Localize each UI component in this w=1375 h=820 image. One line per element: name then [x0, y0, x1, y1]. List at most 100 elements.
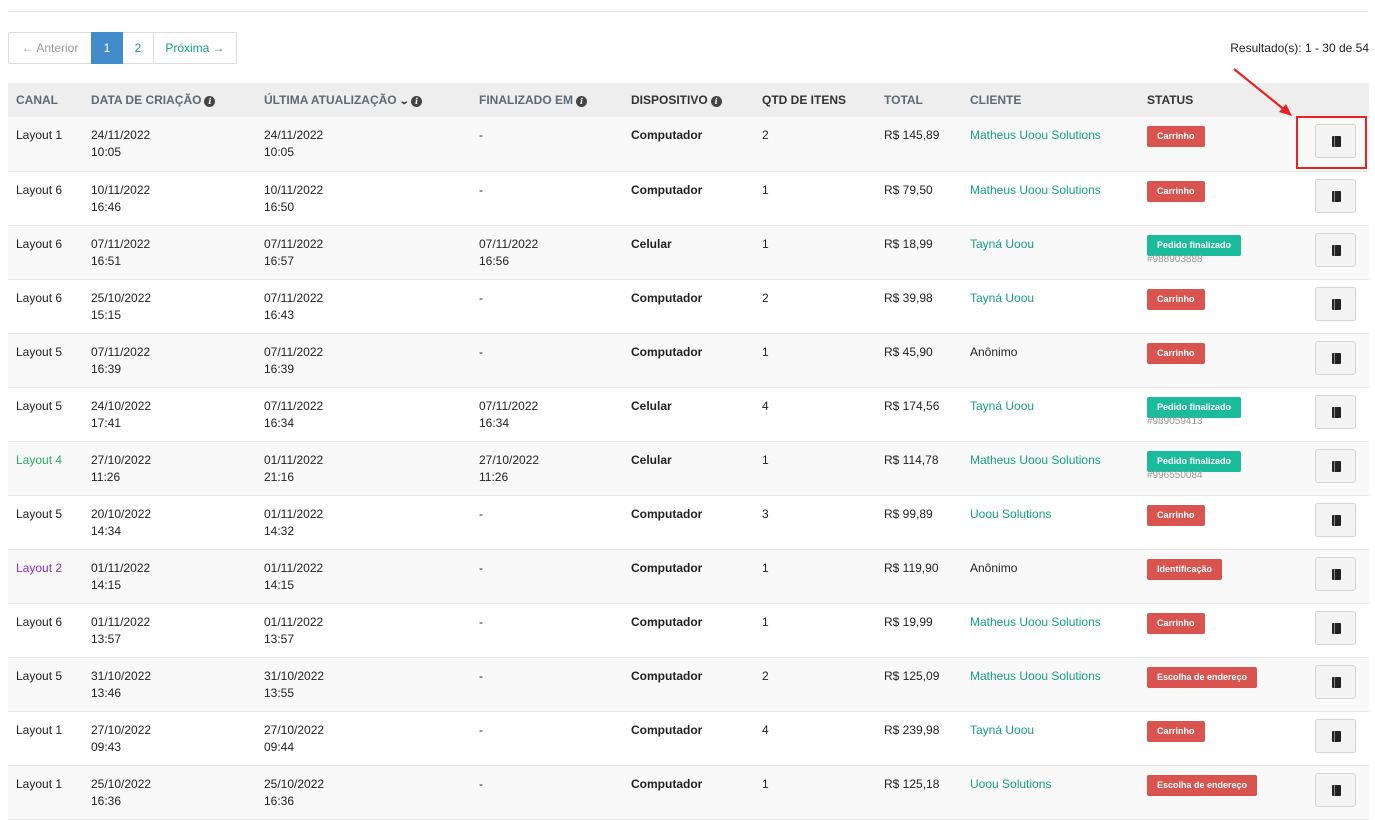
header-created[interactable]: DATA DE CRIAÇÃO i [83, 83, 256, 117]
client-link[interactable]: Tayná Uoou [970, 723, 1034, 737]
qty-text: 1 [762, 560, 769, 575]
cell-client: Anônimo [962, 333, 1139, 387]
view-details-button[interactable] [1315, 664, 1356, 699]
book-icon [1332, 676, 1341, 688]
book-icon [1332, 244, 1341, 256]
client-link[interactable]: Matheus Uoou Solutions [970, 669, 1101, 683]
cell-device: Computador [623, 765, 754, 819]
header-created-label: DATA DE CRIAÇÃO [91, 93, 202, 107]
finished-date: - [479, 668, 483, 683]
client-link[interactable]: Tayná Uoou [970, 399, 1034, 413]
status-badge: Escolha de endereço [1147, 774, 1258, 796]
cell-canal: Layout 4 [8, 441, 83, 495]
header-finished-label: FINALIZADO EM [479, 93, 573, 107]
status-badge: Pedido finalizado [1147, 234, 1242, 256]
cell-canal: Layout 5 [8, 495, 83, 549]
client-link[interactable]: Tayná Uoou [970, 291, 1034, 305]
header-qty[interactable]: QTD DE ITENS [754, 83, 876, 117]
view-details-button[interactable] [1315, 124, 1356, 158]
pagination-page-2[interactable]: 2 [122, 32, 154, 64]
updated-time: 09:44 [264, 739, 295, 754]
updated-date: 01/11/2022 [264, 452, 324, 467]
info-icon[interactable]: i [710, 96, 722, 107]
view-details-button[interactable] [1315, 286, 1356, 321]
cell-total: R$ 45,90 [876, 333, 962, 387]
cell-device: Computador [623, 333, 754, 387]
header-canal[interactable]: CANAL [8, 83, 83, 117]
cell-status: Identificação [1139, 549, 1289, 603]
info-icon[interactable]: i [411, 96, 423, 107]
cell-total: R$ 39,98 [876, 279, 962, 333]
updated-date: 31/10/2022 [264, 668, 325, 683]
finished-time: 11:26 [479, 469, 509, 484]
client-link[interactable]: Matheus Uoou Solutions [970, 453, 1101, 467]
header-finished[interactable]: FINALIZADO EM i [471, 83, 623, 117]
view-details-button[interactable] [1315, 394, 1356, 429]
header-device[interactable]: DISPOSITIVO i [623, 83, 754, 117]
cell-status: Pedido finalizado #988903888 [1139, 225, 1289, 279]
updated-time: 16:50 [264, 199, 295, 214]
book-icon [1332, 514, 1341, 526]
cell-created: 01/11/2022 14:15 [83, 549, 256, 603]
cell-status: Escolha de endereço [1139, 657, 1289, 711]
pagination-prev-button[interactable]: ← Anterior [8, 32, 92, 64]
client-link[interactable]: Uoou Solutions [970, 507, 1051, 521]
cell-status: Carrinho [1139, 333, 1289, 387]
updated-date: 01/11/2022 [264, 614, 324, 629]
book-icon [1332, 406, 1341, 418]
table-row: Layout 2 01/11/2022 14:15 01/11/2022 14:15 - C… [8, 549, 1369, 603]
updated-time: 13:57 [264, 631, 295, 646]
client-link[interactable]: Uoou Solutions [970, 777, 1051, 791]
created-time: 10:05 [91, 145, 122, 159]
table-row: Layout 6 25/10/2022 15:15 07/11/2022 16:43 - C… [8, 279, 1369, 333]
client-link[interactable]: Matheus Uoou Solutions [970, 615, 1101, 629]
device-text: Computador [631, 722, 703, 737]
view-details-button[interactable] [1315, 556, 1356, 591]
created-time: 14:15 [91, 577, 122, 592]
cell-finished: 07/11/2022 16:34 [471, 387, 623, 441]
cell-created: 31/10/2022 13:46 [83, 657, 256, 711]
info-icon[interactable]: i [204, 96, 216, 107]
finished-date: - [479, 128, 483, 142]
cell-status: Carrinho [1139, 495, 1289, 549]
view-details-button[interactable] [1315, 502, 1356, 537]
cell-client: Matheus Uoou Solutions [962, 441, 1139, 495]
header-qty-label: QTD DE ITENS [762, 93, 847, 107]
cell-created: 24/11/2022 10:05 [83, 117, 256, 171]
cell-total: R$ 239,98 [876, 711, 962, 765]
view-details-button[interactable] [1315, 178, 1356, 213]
cell-actions [1289, 495, 1369, 549]
cell-canal: Layout 5 [8, 387, 83, 441]
created-time: 13:57 [91, 631, 122, 646]
device-text: Celular [631, 236, 672, 251]
info-icon[interactable]: i [576, 96, 587, 107]
updated-date: 07/11/2022 [264, 236, 324, 251]
view-details-button[interactable] [1315, 232, 1356, 267]
view-details-button[interactable] [1315, 772, 1356, 807]
cell-updated: 07/11/2022 16:34 [256, 387, 471, 441]
client-link[interactable]: Tayná Uoou [970, 237, 1034, 251]
cell-canal: Layout 1 [8, 711, 83, 765]
view-details-button[interactable] [1315, 718, 1356, 753]
canal-text: Layout 1 [16, 776, 63, 791]
view-details-button[interactable] [1315, 448, 1356, 483]
created-date: 07/11/2022 [91, 236, 151, 251]
cell-created: 10/11/2022 16:46 [83, 171, 256, 225]
header-total[interactable]: TOTAL [876, 83, 962, 117]
view-details-button[interactable] [1315, 340, 1356, 375]
table-row: Layout 5 31/10/2022 13:46 31/10/2022 13:55 - C… [8, 657, 1369, 711]
client-link[interactable]: Matheus Uoou Solutions [970, 183, 1101, 197]
cell-qty: 1 [754, 225, 876, 279]
pagination-page-1[interactable]: 1 [91, 32, 123, 64]
view-details-button[interactable] [1315, 610, 1356, 645]
finished-date: - [479, 560, 483, 575]
cell-client: Uoou Solutions [962, 495, 1139, 549]
header-client[interactable]: CLIENTE [962, 83, 1139, 117]
total-text: R$ 19,99 [884, 614, 933, 629]
book-icon [1332, 190, 1341, 202]
header-updated[interactable]: ÚLTIMA ATUALIZAÇÃO ⌄ i [256, 83, 471, 117]
chevron-down-icon[interactable]: ⌄ [398, 96, 409, 107]
pagination-next-button[interactable]: Próxima → [153, 32, 237, 64]
client-link[interactable]: Matheus Uoou Solutions [970, 128, 1101, 142]
header-status[interactable]: STATUS [1139, 83, 1289, 117]
